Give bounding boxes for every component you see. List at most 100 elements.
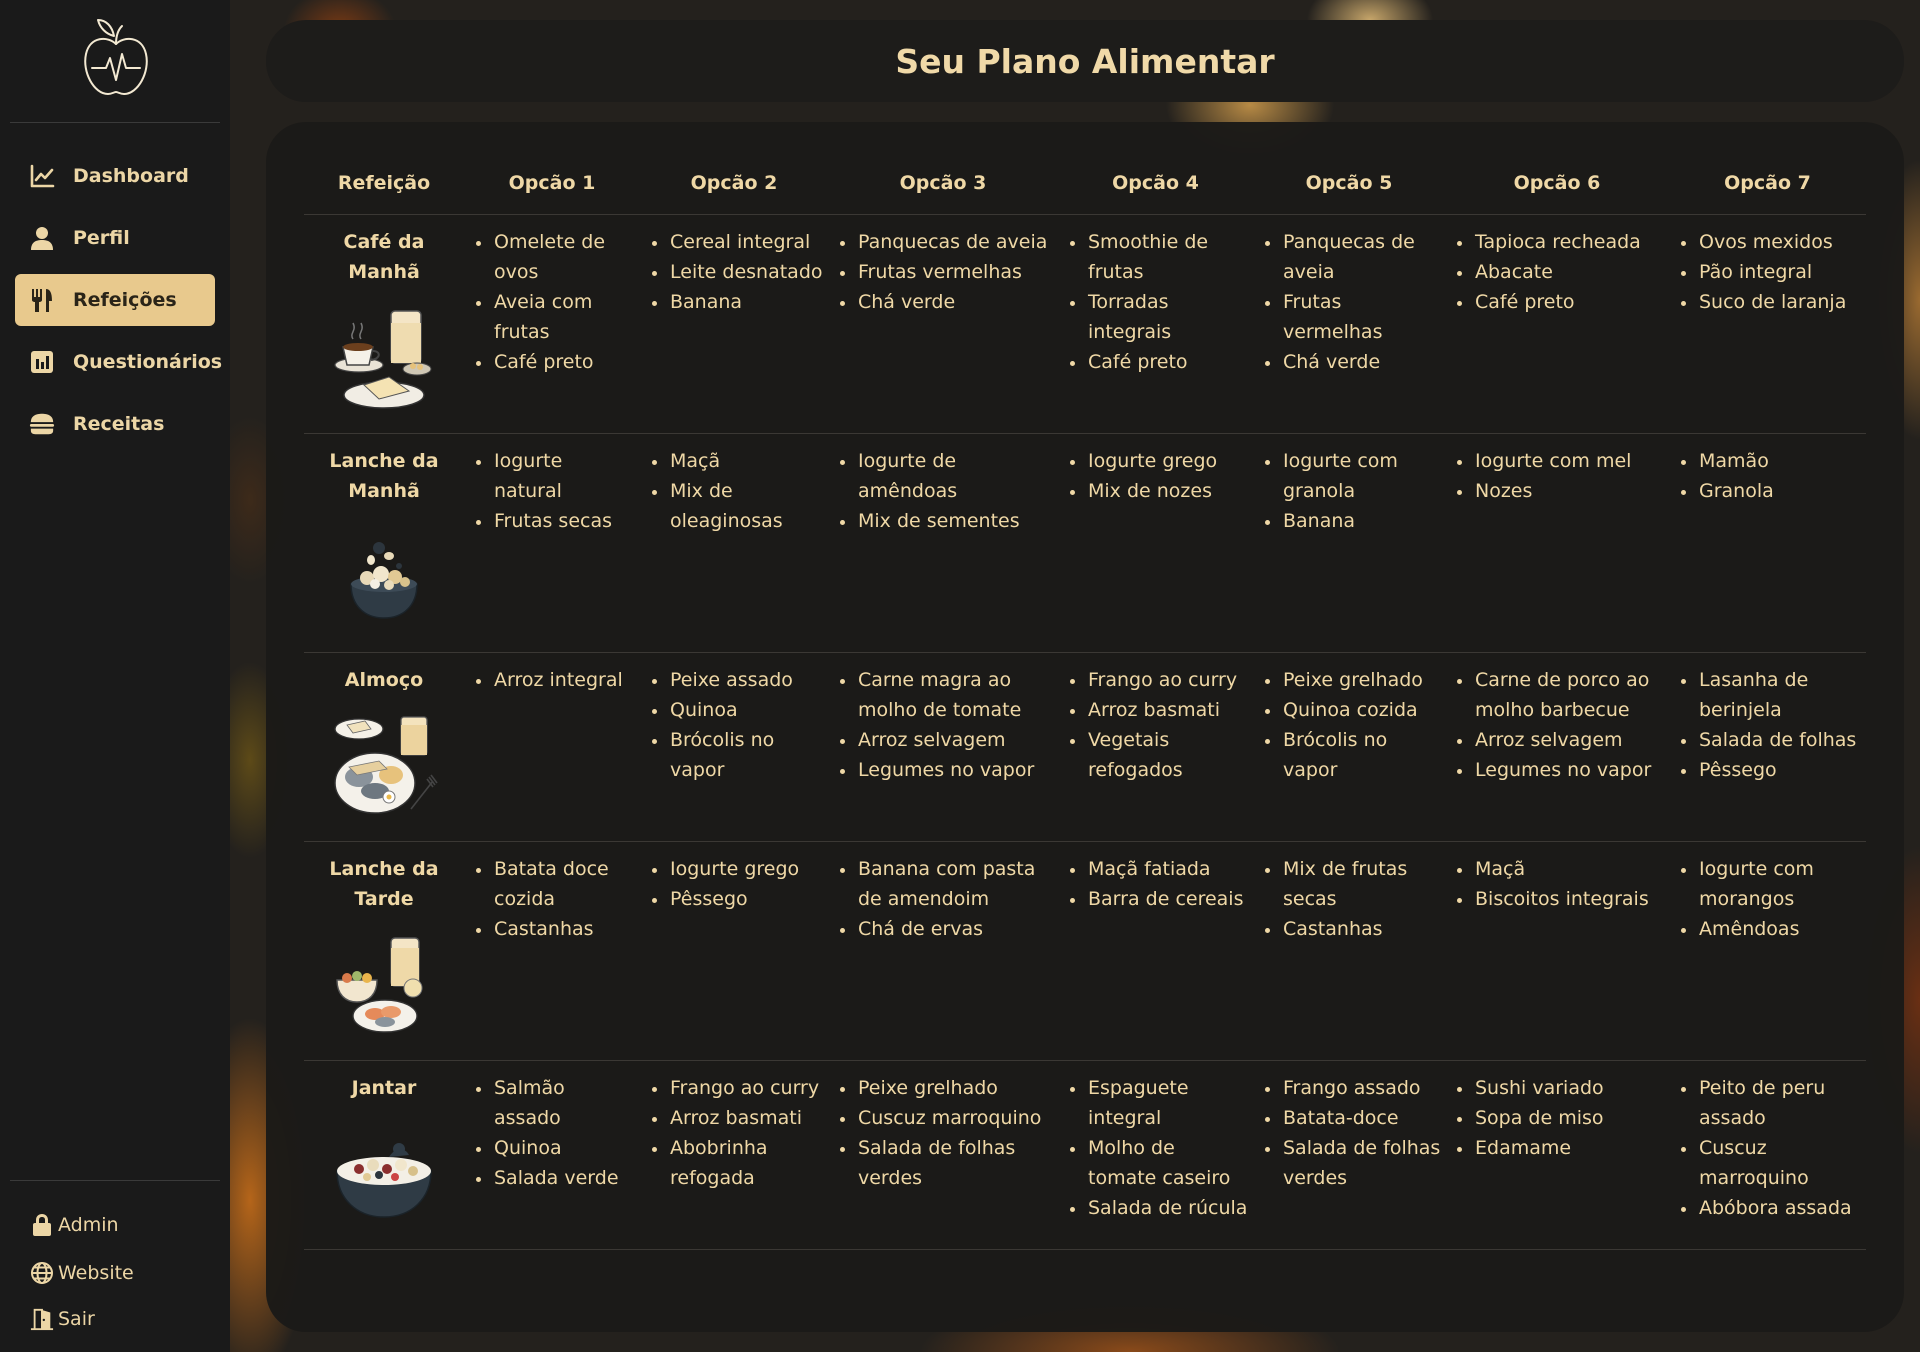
option-item: Frutas vermelhas — [1281, 287, 1441, 347]
column-header: Opcão 7 — [1669, 152, 1866, 215]
option-list: Batata doce cozidaCastanhas — [468, 854, 636, 944]
option-item: Vegetais refogados — [1086, 725, 1249, 785]
option-cell: Arroz integral — [464, 652, 640, 842]
option-list: Cereal integralLeite desnatadoBanana — [644, 227, 824, 317]
option-item: Legumes no vapor — [1473, 755, 1665, 785]
option-cell: Frango ao curryArroz basmatiVegetais ref… — [1058, 652, 1253, 842]
sidebar-item-dashboard[interactable]: Dashboard — [15, 150, 215, 202]
option-cell: MamãoGranola — [1669, 433, 1866, 653]
meal-cell: Lanche da Manhã — [304, 433, 464, 653]
option-list: Iogurte gregoMix de nozes — [1062, 446, 1249, 506]
table-row: Lanche da Manhã Iogurte naturalFrutas sec… — [304, 433, 1866, 653]
option-cell: Iogurte com granolaBanana — [1253, 433, 1445, 653]
option-cell: Iogurte naturalFrutas secas — [464, 433, 640, 653]
option-item: Iogurte grego — [1086, 446, 1249, 476]
option-list: Carne de porco ao molho barbecueArroz se… — [1449, 665, 1665, 785]
meal-name: Almoço — [344, 669, 424, 691]
option-cell: Mix de frutas secasCastanhas — [1253, 841, 1445, 1061]
option-item: Quinoa cozida — [1281, 695, 1441, 725]
sidebar-website-label: Website — [58, 1262, 134, 1284]
sidebar-item-label: Perfil — [73, 227, 130, 249]
option-list: MamãoGranola — [1673, 446, 1862, 506]
option-item: Suco de laranja — [1697, 287, 1862, 317]
option-item: Frango ao curry — [1086, 665, 1249, 695]
option-item: Abacate — [1473, 257, 1665, 287]
option-list: Frango ao curryArroz basmatiVegetais ref… — [1062, 665, 1249, 785]
sidebar-admin-link[interactable]: Admin — [30, 1208, 119, 1242]
option-item: Panquecas de aveia — [856, 227, 1054, 257]
option-item: Maçã — [1473, 854, 1665, 884]
option-item: Omelete de ovos — [492, 227, 636, 287]
option-item: Batata-doce — [1281, 1103, 1441, 1133]
sidebar-item-label: Receitas — [73, 413, 165, 435]
option-cell: Iogurte com morangosAmêndoas — [1669, 841, 1866, 1061]
sidebar-item-perfil[interactable]: Perfil — [15, 212, 215, 264]
option-item: Pêssego — [1697, 755, 1862, 785]
option-list: Peixe assadoQuinoaBrócolis no vapor — [644, 665, 824, 785]
afternoon-snack-illustration — [329, 930, 439, 1040]
option-item: Molho de tomate caseiro — [1086, 1133, 1249, 1193]
option-cell: Frango ao curryArroz basmatiAbobrinha re… — [640, 1060, 828, 1250]
option-list: Panquecas de aveiaFrutas vermelhasChá ve… — [832, 227, 1054, 317]
option-item: Abóbora assada — [1697, 1193, 1862, 1223]
option-list: Iogurte com morangosAmêndoas — [1673, 854, 1862, 944]
option-item: Quinoa — [492, 1133, 636, 1163]
option-list: Tapioca recheadaAbacateCafé preto — [1449, 227, 1665, 317]
option-item: Peito de peru assado — [1697, 1073, 1862, 1133]
table-row: Almoço Arroz integralPeixe assadoQuinoaBr… — [304, 652, 1866, 842]
option-item: Banana com pasta de amendoim — [856, 854, 1054, 914]
option-item: Chá verde — [1281, 347, 1441, 377]
option-item: Café preto — [1086, 347, 1249, 377]
option-item: Cereal integral — [668, 227, 824, 257]
sidebar-top-divider — [10, 122, 220, 123]
option-list: MaçãBiscoitos integrais — [1449, 854, 1665, 914]
lunch-illustration — [329, 711, 439, 821]
column-header: Opcão 2 — [640, 152, 828, 215]
morning-snack-illustration — [329, 522, 439, 632]
option-list: Ovos mexidosPão integralSuco de laranja — [1673, 227, 1862, 317]
option-item: Arroz selvagem — [856, 725, 1054, 755]
option-item: Peixe assado — [668, 665, 824, 695]
option-item: Mix de sementes — [856, 506, 1054, 536]
column-header: Refeição — [304, 152, 464, 215]
bar-chart-icon — [29, 349, 55, 375]
column-header: Opcão 3 — [828, 152, 1058, 215]
sidebar-item-receitas[interactable]: Receitas — [15, 398, 215, 450]
sidebar-item-refeicoes[interactable]: Refeições — [15, 274, 215, 326]
option-list: Espaguete integralMolho de tomate caseir… — [1062, 1073, 1249, 1223]
option-cell: Ovos mexidosPão integralSuco de laranja — [1669, 214, 1866, 434]
option-item: Pão integral — [1697, 257, 1862, 287]
option-list: Sushi variadoSopa de misoEdamame — [1449, 1073, 1665, 1163]
burger-icon — [29, 411, 55, 437]
option-cell: Banana com pasta de amendoimChá de ervas — [828, 841, 1058, 1061]
meal-cell: Jantar — [304, 1060, 464, 1250]
sidebar-bottom-divider — [10, 1180, 220, 1181]
option-item: Iogurte com mel — [1473, 446, 1665, 476]
option-item: Café preto — [1473, 287, 1665, 317]
option-item: Biscoitos integrais — [1473, 884, 1665, 914]
sidebar-admin-label: Admin — [58, 1214, 119, 1236]
option-item: Quinoa — [668, 695, 824, 725]
option-item: Salada de folhas verdes — [856, 1133, 1054, 1193]
sidebar-item-questionarios[interactable]: Questionários — [15, 336, 222, 388]
user-icon — [29, 225, 55, 251]
option-item: Granola — [1697, 476, 1862, 506]
chart-line-icon — [29, 163, 55, 189]
option-item: Edamame — [1473, 1133, 1665, 1163]
meal-plan-table: Refeição Opcão 1 Opcão 2 Opcão 3 Opcão 4… — [304, 152, 1866, 1250]
sidebar-sair-label: Sair — [58, 1308, 95, 1330]
option-cell: Frango assadoBatata-doceSalada de folhas… — [1253, 1060, 1445, 1250]
apple-logo-icon[interactable] — [78, 14, 154, 98]
sidebar-sair-link[interactable]: Sair — [30, 1302, 95, 1336]
option-item: Mix de frutas secas — [1281, 854, 1441, 914]
option-list: Smoothie de frutasTorradas integraisCafé… — [1062, 227, 1249, 377]
option-item: Chá de ervas — [856, 914, 1054, 944]
option-item: Espaguete integral — [1086, 1073, 1249, 1133]
option-item: Sopa de miso — [1473, 1103, 1665, 1133]
option-item: Smoothie de frutas — [1086, 227, 1249, 287]
option-cell: Salmão assadoQuinoaSalada verde — [464, 1060, 640, 1250]
sidebar-website-link[interactable]: Website — [30, 1256, 134, 1290]
option-list: Lasanha de berinjelaSalada de folhasPêss… — [1673, 665, 1862, 785]
sidebar-item-label: Questionários — [73, 351, 223, 373]
option-item: Iogurte com morangos — [1697, 854, 1862, 914]
